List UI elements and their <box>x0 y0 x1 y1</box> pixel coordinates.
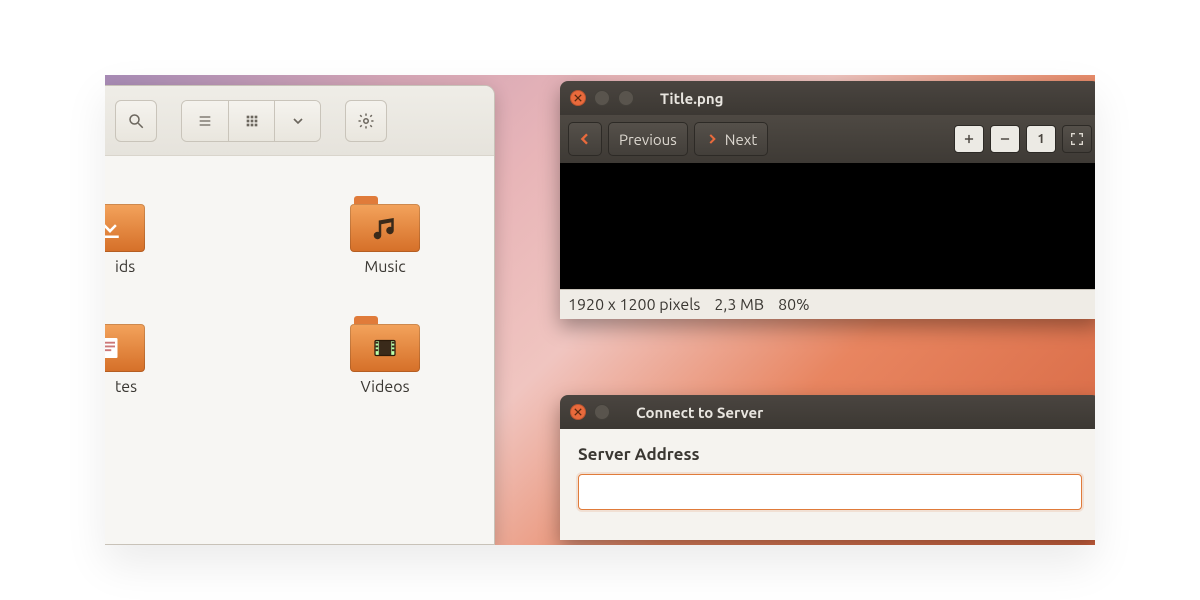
status-filesize: 2,3 MB <box>714 296 764 314</box>
folder-templates[interactable]: tes <box>125 316 245 396</box>
folder-icon <box>105 196 145 252</box>
gear-icon <box>357 112 375 130</box>
search-button[interactable] <box>115 100 157 142</box>
file-manager-toolbar <box>105 86 494 156</box>
view-grid-button[interactable] <box>228 101 274 141</box>
chevron-right-icon <box>705 132 719 146</box>
image-viewer-statusbar: 1920 x 1200 pixels 2,3 MB 80% <box>560 289 1095 319</box>
next-label: Next <box>725 131 757 148</box>
connect-server-body: Server Address <box>560 429 1095 540</box>
chevron-left-icon <box>577 131 593 147</box>
folder-icon <box>105 316 145 372</box>
zoom-out-button[interactable] <box>990 125 1020 153</box>
fit-button[interactable] <box>1062 125 1092 153</box>
folder-label: tes <box>115 378 137 396</box>
template-icon <box>105 333 125 363</box>
minus-icon <box>998 132 1012 146</box>
folder-videos[interactable]: Videos <box>295 316 475 396</box>
connect-server-window: Connect to Server Server Address <box>560 395 1095 540</box>
plus-icon <box>962 132 976 146</box>
view-list-button[interactable] <box>182 101 228 141</box>
server-address-label: Server Address <box>578 445 1082 464</box>
window-title: Connect to Server <box>636 404 763 421</box>
folder-label: Videos <box>360 378 409 396</box>
folder-icon <box>350 196 420 252</box>
video-icon <box>370 333 400 363</box>
folder-label: ids <box>115 258 135 276</box>
music-icon <box>370 213 400 243</box>
previous-label: Previous <box>619 131 677 148</box>
search-icon <box>127 112 145 130</box>
image-viewer-toolbar: Previous Next 1 <box>560 115 1095 163</box>
file-manager-body: ids Music tes Videos <box>105 156 494 436</box>
folder-icon <box>350 316 420 372</box>
next-button[interactable]: Next <box>694 122 768 156</box>
close-icon <box>574 408 582 416</box>
normal-size-button[interactable]: 1 <box>1026 125 1056 153</box>
window-maximize-button[interactable] <box>618 90 634 106</box>
previous-button[interactable]: Previous <box>608 122 688 156</box>
server-address-input[interactable] <box>578 474 1082 510</box>
one-icon: 1 <box>1037 132 1044 146</box>
folder-downloads[interactable]: ids <box>125 196 245 276</box>
grid-icon <box>244 113 260 129</box>
chevron-down-icon <box>290 113 306 129</box>
window-minimize-button[interactable] <box>594 90 610 106</box>
previous-icon-button[interactable] <box>568 122 602 156</box>
zoom-in-button[interactable] <box>954 125 984 153</box>
file-manager-window: ids Music tes Videos <box>105 85 495 545</box>
image-viewer-titlebar[interactable]: Title.png <box>560 81 1095 115</box>
folder-music[interactable]: Music <box>295 196 475 276</box>
window-close-button[interactable] <box>570 90 586 106</box>
window-title: Title.png <box>660 90 724 107</box>
window-maximize-button[interactable] <box>594 404 610 420</box>
download-icon <box>105 213 125 243</box>
window-close-button[interactable] <box>570 404 586 420</box>
view-options-button[interactable] <box>274 101 320 141</box>
image-viewer-canvas[interactable] <box>560 163 1095 289</box>
list-icon <box>197 113 213 129</box>
close-icon <box>574 94 582 102</box>
image-viewer-window: Title.png Previous Next 1 <box>560 81 1095 319</box>
fit-icon <box>1069 131 1085 147</box>
view-mode-group <box>181 100 321 142</box>
status-zoom: 80% <box>778 296 810 314</box>
settings-button[interactable] <box>345 100 387 142</box>
status-dimensions: 1920 x 1200 pixels <box>568 296 700 314</box>
connect-server-titlebar[interactable]: Connect to Server <box>560 395 1095 429</box>
folder-label: Music <box>364 258 405 276</box>
